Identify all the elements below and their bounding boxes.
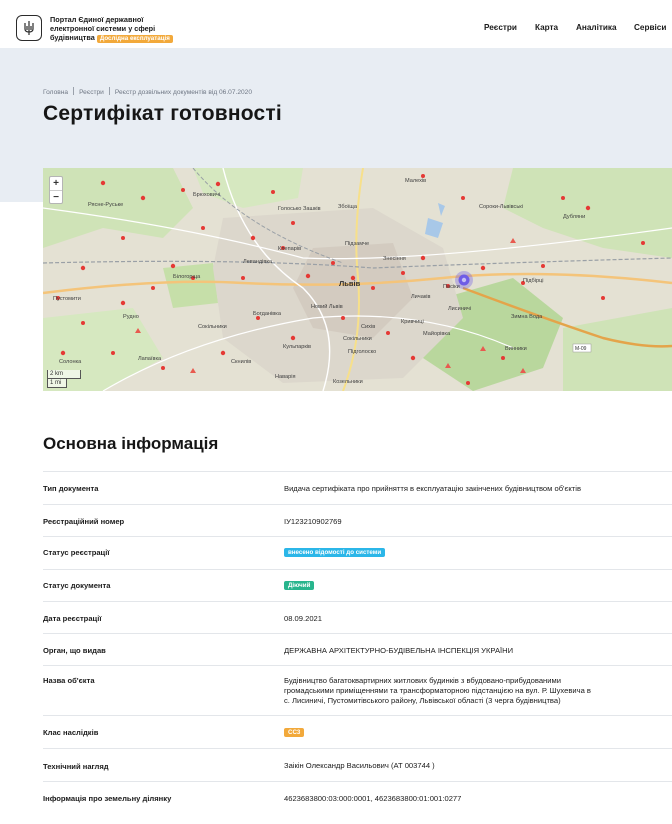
table-row: Назва об'єкта Будівництво багатоквартирн… xyxy=(43,665,672,715)
map-label: Лисиничі xyxy=(448,306,471,312)
registration-status-badge: внесено відомості до системи xyxy=(284,548,386,557)
map-label: Скнилів xyxy=(231,359,251,365)
breadcrumb-registries[interactable]: Реєстри xyxy=(79,89,104,96)
map-label: Клепарів xyxy=(278,246,301,252)
map-label: Підбірці xyxy=(523,278,544,284)
map-label: Пустомити xyxy=(53,296,81,302)
map-label: Сороки-Львівські xyxy=(479,204,523,210)
map-label: Зашків xyxy=(303,206,321,212)
row-label: Статус документа xyxy=(43,581,111,590)
scale-mi: 1 mi xyxy=(47,379,67,388)
map-label: Підголоско xyxy=(348,349,376,355)
map-label: Новий Львів xyxy=(311,303,343,310)
page-title: Сертифікат готовності xyxy=(43,102,282,125)
info-table: Тип документа Видача сертифіката про при… xyxy=(43,471,672,815)
row-label: Технічний нагляд xyxy=(43,762,109,771)
map-label: Голосько xyxy=(278,206,301,212)
table-row: Дата реєстрації 08.09.2021 xyxy=(43,601,672,633)
map-label: Кривчиці xyxy=(401,319,424,325)
map-label: Майорівка xyxy=(423,330,451,337)
map-label-city: Львів xyxy=(339,279,361,288)
breadcrumb-separator xyxy=(73,87,75,95)
nav-analytics[interactable]: Аналітика xyxy=(576,23,617,32)
map-label: Винники xyxy=(505,346,527,352)
map-label: Рудно xyxy=(123,314,139,320)
map-label: Білогорща xyxy=(173,274,201,280)
map-label: Кульпарків xyxy=(283,344,311,350)
row-label: Дата реєстрації xyxy=(43,614,102,623)
map-label: Знесіння xyxy=(383,256,406,262)
zoom-out-button[interactable]: − xyxy=(50,190,62,203)
table-row: Статус документа Діючий xyxy=(43,569,672,601)
map-label: Малехів xyxy=(405,178,426,184)
row-value: Будівництво багатоквартирних житлових бу… xyxy=(284,676,591,705)
map-label: Пасіки xyxy=(443,284,460,290)
map-label: Зимна Вода xyxy=(511,314,543,320)
object-name-line: громадськими приміщеннями та трансформат… xyxy=(284,685,591,695)
row-label: Назва об'єкта xyxy=(43,676,95,685)
table-row: Тип документа Видача сертифіката про при… xyxy=(43,471,672,504)
row-label: Клас наслідків xyxy=(43,728,99,737)
map-label: Лапаївка xyxy=(138,356,162,362)
map-label: Дубляни xyxy=(563,214,585,220)
row-value: Видача сертифіката про прийняття в експл… xyxy=(284,484,581,493)
road-label: M-09 xyxy=(575,346,587,352)
scale-km: 2 km xyxy=(47,370,81,379)
object-name-line: с. Лисиничі, Пустомитівського району, Ль… xyxy=(284,695,561,705)
map-scale: 2 km 1 mi xyxy=(47,370,81,388)
row-label: Інформація про земельну ділянку xyxy=(43,794,172,803)
table-row: Реєстраційний номер ІУ123210902769 xyxy=(43,504,672,536)
breadcrumb: Головна Реєстри Реєстр дозвільних документ… xyxy=(43,87,252,96)
map-label: Сихів xyxy=(361,324,375,330)
zoom-in-button[interactable]: + xyxy=(50,177,62,190)
map-label: Личаків xyxy=(411,294,431,300)
location-map[interactable]: Малехів Зашків Голосько Збоїща Підзамче … xyxy=(43,168,672,391)
row-value: ІУ123210902769 xyxy=(284,517,342,526)
row-label: Тип документа xyxy=(43,484,99,493)
map-label: Підзамче xyxy=(345,241,369,247)
row-label: Реєстраційний номер xyxy=(43,517,125,526)
table-row: Статус реєстрації внесено відомості до с… xyxy=(43,536,672,569)
site-header: Портал Єдиної державної електронної сист… xyxy=(0,8,672,48)
row-value: ДЕРЖАВНА АРХІТЕКТУРНО-БУДІВЕЛЬНА ІНСПЕКЦ… xyxy=(284,646,514,655)
table-row: Інформація про земельну ділянку 46236838… xyxy=(43,781,672,815)
map-label: Солонка xyxy=(59,359,82,365)
table-row: Технічний нагляд Заікін Олександр Василь… xyxy=(43,748,672,781)
map-label: Сокільники xyxy=(343,336,372,342)
map-label: Богданівка xyxy=(253,311,282,317)
map-label: Брюховичі xyxy=(193,192,220,198)
row-label: Орган, що видав xyxy=(43,646,106,655)
main-nav: Реєстри Карта Аналітика Сервіси xyxy=(0,23,672,35)
map-label: Сокільники xyxy=(198,324,227,330)
row-label: Статус реєстрації xyxy=(43,548,110,557)
table-row: Орган, що видав ДЕРЖАВНА АРХІТЕКТУРНО-БУ… xyxy=(43,633,672,665)
document-status-badge: Діючий xyxy=(284,581,315,590)
nav-registries[interactable]: Реєстри xyxy=(484,23,517,32)
map-label: Рясне-Руське xyxy=(88,202,123,208)
object-name-line: Будівництво багатоквартирних житлових бу… xyxy=(284,676,561,685)
zoom-control: + − xyxy=(49,176,63,204)
map-label: Збоїща xyxy=(338,204,358,210)
map-labels: Малехів Зашків Голосько Збоїща Підзамче … xyxy=(53,178,587,385)
breadcrumb-home[interactable]: Головна xyxy=(43,89,68,96)
map-label: Левандівка xyxy=(243,259,273,265)
row-value: 08.09.2021 xyxy=(284,614,323,623)
section-title: Основна інформація xyxy=(43,434,219,453)
map-label: Наварія xyxy=(275,374,296,380)
breadcrumb-current: Реєстр дозвільних документів від 06.07.2… xyxy=(114,89,253,96)
row-value: Заікін Олександр Васильович (АТ 003744 ) xyxy=(284,761,435,770)
nav-services[interactable]: Сервіси xyxy=(634,23,666,32)
breadcrumb-separator xyxy=(108,87,110,95)
beta-badge: Дослідна експлуатація xyxy=(96,35,173,43)
table-row: Клас наслідків СС3 xyxy=(43,715,672,748)
nav-map[interactable]: Карта xyxy=(535,23,558,32)
row-value: 4623683800:03:000:0001, 4623683800:01:00… xyxy=(284,794,462,803)
map-label: Козельники xyxy=(333,379,363,385)
consequence-class-badge: СС3 xyxy=(284,728,305,737)
